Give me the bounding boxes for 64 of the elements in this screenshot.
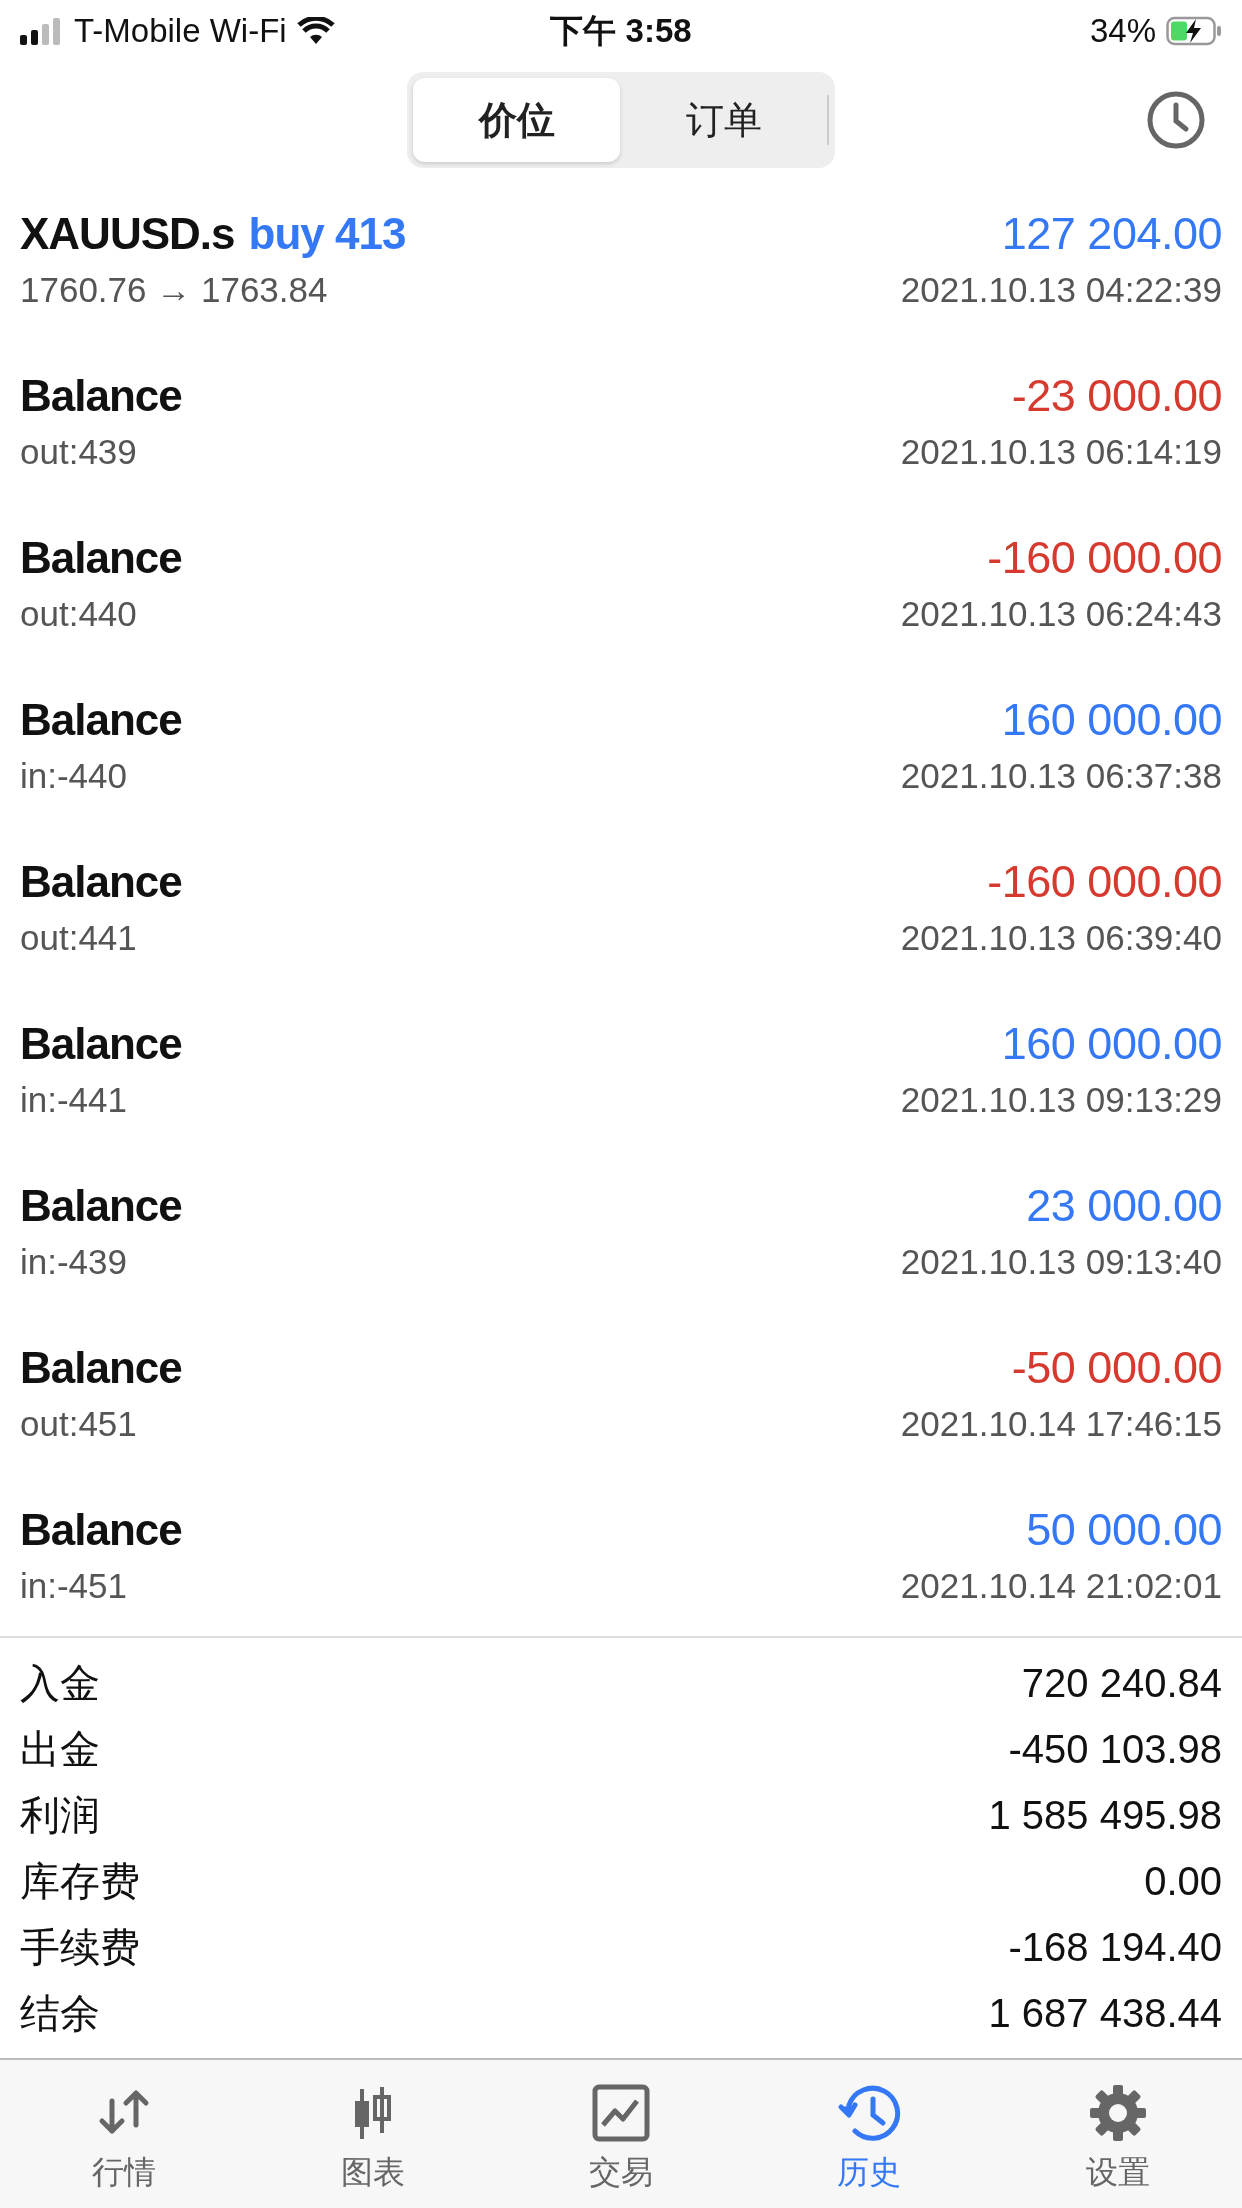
deal-amount: -50 000.00 [1011,1342,1222,1394]
summary-value: 1 585 495.98 [988,1792,1222,1838]
deal-amount: 50 000.00 [1026,1504,1222,1556]
deal-amount: 160 000.00 [1001,694,1222,746]
deal-time: 2021.10.13 06:39:40 [900,918,1222,958]
deal-symbol: Balance [20,857,182,907]
line-chart-icon [591,2082,651,2143]
deal-detail: in:-451 [20,1566,128,1606]
summary-label: 结余 [20,1989,100,2037]
deal-time: 2021.10.13 06:37:38 [900,756,1222,796]
deal-detail: in:-441 [20,1080,128,1120]
deal-detail: in:-440 [20,756,128,796]
summary-value: 720 240.84 [1021,1660,1222,1706]
segment-tab[interactable]: 价位 [413,78,620,162]
deal-symbol: Balance [20,371,182,421]
tab-bar-item[interactable]: 历史 [745,2060,994,2208]
deal-time: 2021.10.13 09:13:29 [900,1080,1222,1120]
summary-label: 利润 [20,1791,100,1839]
battery-charging-icon [1166,16,1222,46]
deal-detail: 1760.76 → 1763.84 [20,270,328,310]
status-time: 下午 3:58 [550,10,692,51]
summary-value: 1 687 438.44 [988,1990,1222,2036]
deal-time: 2021.10.13 04:22:39 [900,270,1222,310]
deal-time: 2021.10.13 06:14:19 [900,432,1222,472]
summary-label: 出金 [20,1725,100,1773]
carrier-name: T-Mobile Wi-Fi [74,12,287,50]
tab-bar-item[interactable]: 交易 [496,2060,746,2208]
deal-detail: out:439 [20,432,137,472]
deal-time: 2021.10.13 09:13:40 [900,1242,1222,1282]
deal-time: 2021.10.13 06:24:43 [900,594,1222,634]
deal-detail: out:451 [20,1404,137,1444]
deal-detail: out:441 [20,918,137,958]
tab-bar-item[interactable]: 行情 [0,2060,249,2208]
battery-percent: 34% [1089,12,1156,50]
deal-amount: -23 000.00 [1011,370,1222,422]
deal-symbol: Balance [20,1019,182,1069]
deal-action: buy 413 [248,209,406,259]
deal-amount: -160 000.00 [987,532,1222,584]
deal-symbol: Balance [20,1343,182,1393]
deal-time: 2021.10.14 21:02:01 [900,1566,1222,1606]
summary-value: -168 194.40 [1008,1924,1222,1970]
summary-value: 0.00 [1144,1858,1222,1904]
deal-symbol: Balance [20,533,182,583]
deal-symbol: XAUUSD.s [20,209,235,259]
deal-amount: -160 000.00 [987,856,1222,908]
deal-symbol: Balance [20,695,182,745]
deal-symbol: Balance [20,1181,182,1231]
deal-time: 2021.10.14 17:46:15 [900,1404,1222,1444]
settings-icon [1087,2082,1148,2143]
summary-label: 手续费 [20,1923,140,1971]
wifi-icon [296,17,335,45]
summary-label: 入金 [20,1659,100,1707]
summary-value: -450 103.98 [1008,1726,1222,1772]
segment-tab[interactable]: 订单 [620,78,827,162]
deal-detail: out:440 [20,594,137,634]
deal-symbol: Balance [20,1505,182,1555]
tab-bar-item[interactable]: 图表 [248,2060,497,2208]
deal-detail: in:-439 [20,1242,128,1282]
deal-amount: 127 204.00 [1001,208,1222,260]
summary-label: 库存费 [20,1857,140,1905]
deal-amount: 160 000.00 [1001,1018,1222,1070]
deal-amount: 23 000.00 [1026,1180,1222,1232]
clock-icon[interactable] [1146,90,1206,150]
tab-bar-item[interactable]: 设置 [993,2060,1242,2208]
